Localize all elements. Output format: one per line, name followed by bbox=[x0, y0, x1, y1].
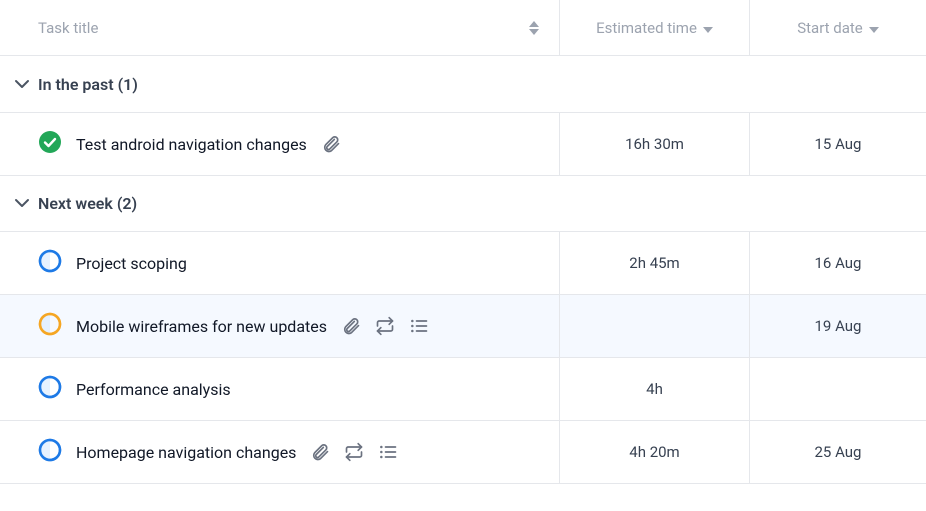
task-title: Project scoping bbox=[76, 254, 187, 273]
task-start-date: 19 Aug bbox=[815, 317, 862, 335]
task-title-cell: Mobile wireframes for new updates bbox=[0, 295, 560, 357]
chevron-down-icon bbox=[14, 76, 30, 92]
task-estimated: 4h bbox=[646, 380, 663, 398]
chevron-down-icon bbox=[869, 18, 879, 37]
sort-icon[interactable] bbox=[529, 21, 539, 35]
task-row[interactable]: Performance analysis 4h bbox=[0, 357, 926, 421]
column-header-start-date[interactable]: Start date bbox=[750, 0, 926, 55]
column-header-title[interactable]: Task title bbox=[0, 0, 560, 55]
repeat-icon bbox=[344, 442, 364, 462]
task-row[interactable]: Mobile wireframes for new updates 19 Aug bbox=[0, 294, 926, 358]
task-status-icon[interactable] bbox=[38, 438, 62, 466]
task-status-icon[interactable] bbox=[38, 312, 62, 340]
chevron-down-icon bbox=[14, 195, 30, 211]
task-title-cell: Homepage navigation changes bbox=[0, 421, 560, 483]
attachment-icon bbox=[310, 442, 330, 462]
task-estimated-cell[interactable]: 16h 30m bbox=[560, 113, 750, 175]
list-icon bbox=[378, 442, 398, 462]
task-title-cell: Project scoping bbox=[0, 232, 560, 294]
list-icon bbox=[409, 316, 429, 336]
task-start-date-cell[interactable]: 16 Aug bbox=[750, 232, 926, 294]
task-title: Performance analysis bbox=[76, 380, 231, 399]
chevron-down-icon bbox=[703, 18, 713, 37]
task-status-icon[interactable] bbox=[38, 375, 62, 403]
task-indicator-icons bbox=[310, 442, 398, 462]
column-header-start-date-label: Start date bbox=[797, 19, 863, 37]
group-header[interactable]: Next week (2) bbox=[0, 175, 926, 231]
repeat-icon bbox=[375, 316, 395, 336]
task-estimated-cell[interactable]: 4h bbox=[560, 358, 750, 420]
task-start-date-cell[interactable] bbox=[750, 358, 926, 420]
task-row[interactable]: Homepage navigation changes 4h 20m 25 Aug bbox=[0, 420, 926, 484]
column-header-estimated[interactable]: Estimated time bbox=[560, 0, 750, 55]
table-header-row: Task title Estimated time Start date bbox=[0, 0, 926, 56]
column-header-title-label: Task title bbox=[38, 19, 98, 37]
group-label: In the past (1) bbox=[38, 75, 138, 94]
task-table: Task title Estimated time Start date In … bbox=[0, 0, 926, 484]
task-indicator-icons bbox=[341, 316, 429, 336]
task-start-date: 25 Aug bbox=[815, 443, 862, 461]
task-title: Mobile wireframes for new updates bbox=[76, 317, 327, 336]
task-start-date: 16 Aug bbox=[815, 254, 862, 272]
task-estimated-cell[interactable] bbox=[560, 295, 750, 357]
task-title-cell: Test android navigation changes bbox=[0, 113, 560, 175]
task-estimated-cell[interactable]: 2h 45m bbox=[560, 232, 750, 294]
group-label: Next week (2) bbox=[38, 194, 137, 213]
group-header[interactable]: In the past (1) bbox=[0, 56, 926, 112]
task-indicator-icons bbox=[321, 134, 341, 154]
task-row[interactable]: Test android navigation changes 16h 30m 15… bbox=[0, 112, 926, 176]
task-status-icon[interactable] bbox=[38, 130, 62, 158]
attachment-icon bbox=[341, 316, 361, 336]
column-header-estimated-label: Estimated time bbox=[596, 19, 697, 37]
task-estimated-cell[interactable]: 4h 20m bbox=[560, 421, 750, 483]
task-status-icon[interactable] bbox=[38, 249, 62, 277]
task-start-date-cell[interactable]: 19 Aug bbox=[750, 295, 926, 357]
task-title: Test android navigation changes bbox=[76, 135, 307, 154]
task-start-date-cell[interactable]: 15 Aug bbox=[750, 113, 926, 175]
attachment-icon bbox=[321, 134, 341, 154]
task-estimated: 16h 30m bbox=[625, 135, 684, 153]
task-row[interactable]: Project scoping 2h 45m 16 Aug bbox=[0, 231, 926, 295]
task-start-date: 15 Aug bbox=[815, 135, 862, 153]
task-title-cell: Performance analysis bbox=[0, 358, 560, 420]
task-estimated: 4h 20m bbox=[629, 443, 679, 461]
task-title: Homepage navigation changes bbox=[76, 443, 296, 462]
task-estimated: 2h 45m bbox=[629, 254, 679, 272]
task-start-date-cell[interactable]: 25 Aug bbox=[750, 421, 926, 483]
